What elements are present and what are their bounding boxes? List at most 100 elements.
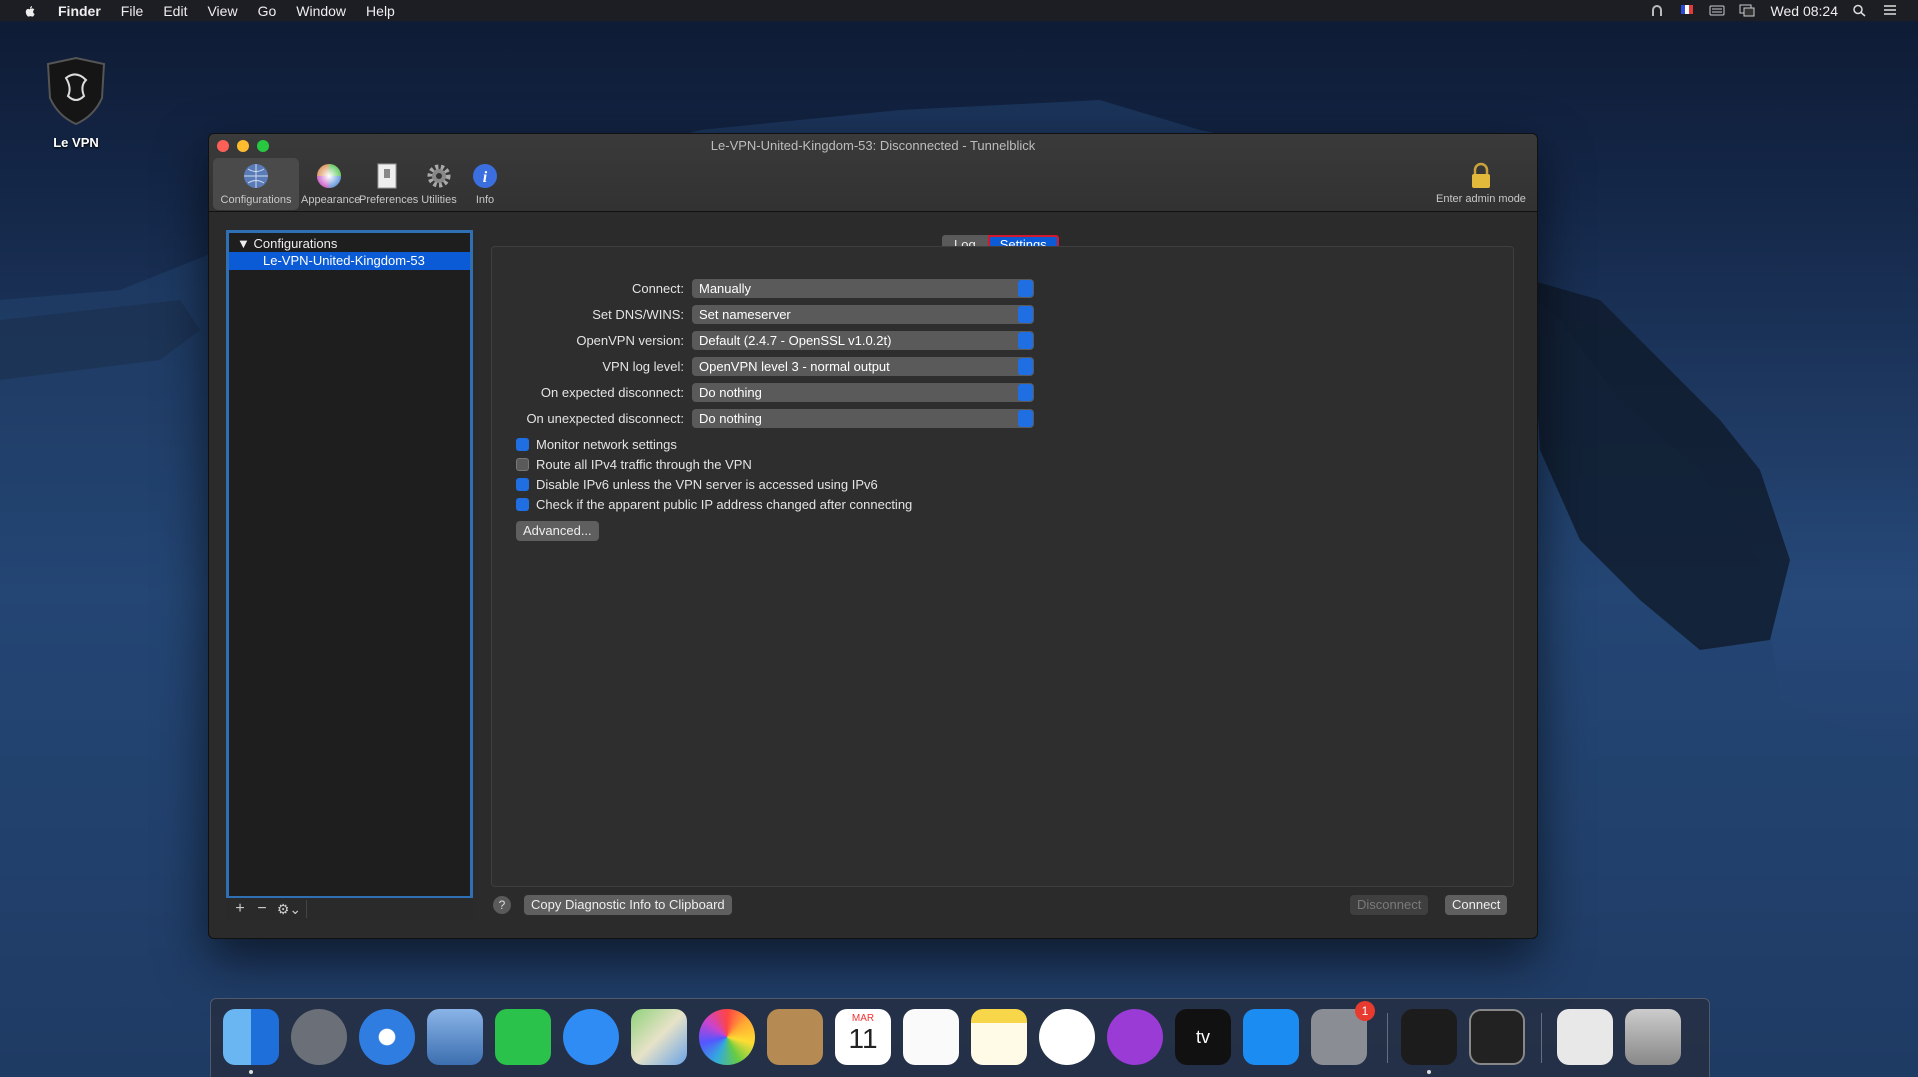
- remove-configuration-button[interactable]: −: [252, 900, 272, 918]
- unexpected-disconnect-value: Do nothing: [699, 410, 762, 426]
- help-button[interactable]: ?: [493, 896, 511, 914]
- configuration-item[interactable]: Le-VPN-United-Kingdom-53: [229, 252, 470, 270]
- launchpad-dock-icon[interactable]: [291, 1009, 347, 1065]
- disclosure-triangle-icon[interactable]: ▼: [237, 236, 250, 251]
- unexpected-disconnect-label: On unexpected disconnect:: [526, 410, 684, 426]
- expected-disconnect-label: On expected disconnect:: [540, 384, 684, 400]
- dns-setting: Set DNS/WINS: Set nameserver: [492, 304, 1092, 324]
- messages-dock-icon[interactable]: [563, 1009, 619, 1065]
- add-configuration-button[interactable]: +: [230, 900, 250, 918]
- menu-finder[interactable]: Finder: [58, 3, 101, 19]
- input-source-flag-icon[interactable]: [1679, 4, 1695, 17]
- configurations-header-label: Configurations: [253, 236, 338, 251]
- tunnelblick-status-icon[interactable]: [1649, 4, 1665, 17]
- calendar-day: 11: [848, 1023, 878, 1054]
- connect-value: Manually: [699, 280, 752, 296]
- lock-icon: [1472, 162, 1490, 188]
- app-store-dock-icon[interactable]: [1243, 1009, 1299, 1065]
- disable-ipv6-checkbox[interactable]: Disable IPv6 unless the VPN server is ac…: [516, 475, 878, 493]
- select-chevron-icon: [1018, 305, 1033, 323]
- notification-center-icon[interactable]: [1882, 4, 1898, 17]
- checkbox-checked-icon[interactable]: [516, 477, 529, 491]
- dock-separator: [1541, 1013, 1542, 1063]
- configurations-toolbar: + − ⚙⌄: [226, 898, 473, 920]
- tv-label: tv: [1195, 1027, 1210, 1047]
- check-ip-checkbox[interactable]: Check if the apparent public IP address …: [516, 495, 912, 513]
- dock-separator: [1387, 1013, 1388, 1063]
- window-titlebar: Le-VPN-United-Kingdom-53: Disconnected -…: [209, 134, 1537, 212]
- openvpn-version-select[interactable]: Default (2.4.7 - OpenSSL v1.0.2t): [692, 330, 1034, 350]
- menubar-clock[interactable]: Wed 08:24: [1771, 3, 1838, 19]
- configurations-header[interactable]: ▼ Configurations: [229, 233, 470, 252]
- log-level-setting: VPN log level: OpenVPN level 3 - normal …: [492, 356, 1092, 376]
- connect-button[interactable]: Connect: [1445, 895, 1508, 915]
- apple-menu-icon[interactable]: [20, 4, 40, 18]
- menu-go[interactable]: Go: [258, 3, 277, 19]
- monitor-network-checkbox[interactable]: Monitor network settings: [516, 435, 677, 453]
- log-level-select[interactable]: OpenVPN level 3 - normal output: [692, 356, 1034, 376]
- connect-setting: Connect: Manually: [492, 278, 1092, 298]
- unexpected-disconnect-select[interactable]: Do nothing: [692, 408, 1034, 428]
- tunnelblick-dock-icon[interactable]: [1401, 1009, 1457, 1065]
- toolbar-configurations[interactable]: Configurations: [213, 158, 299, 210]
- checkbox-checked-icon[interactable]: [516, 437, 529, 451]
- dns-label: Set DNS/WINS:: [592, 306, 684, 322]
- select-chevron-icon: [1018, 409, 1033, 427]
- advanced-button[interactable]: Advanced...: [516, 521, 599, 541]
- menu-bar: Finder File Edit View Go Window Help Wed…: [0, 0, 1918, 21]
- mail-dock-icon[interactable]: [427, 1009, 483, 1065]
- log-level-value: OpenVPN level 3 - normal output: [699, 358, 890, 374]
- menu-view[interactable]: View: [207, 3, 237, 19]
- le-vpn-shield-icon: [46, 56, 106, 126]
- configurations-toolbar-spacer: [306, 900, 473, 918]
- toolbar-info[interactable]: i Info: [463, 158, 507, 210]
- monitor-network-label: Monitor network settings: [536, 436, 677, 452]
- menu-help[interactable]: Help: [366, 3, 395, 19]
- system-preferences-dock-icon[interactable]: 1: [1311, 1001, 1375, 1065]
- toolbar-appearance[interactable]: Appearance: [301, 158, 360, 210]
- select-chevron-icon: [1018, 331, 1033, 349]
- trash-dock-icon[interactable]: [1625, 1009, 1681, 1065]
- spotlight-search-icon[interactable]: [1852, 4, 1868, 17]
- switch-icon: [377, 163, 397, 189]
- menu-window[interactable]: Window: [296, 3, 346, 19]
- window-title: Le-VPN-United-Kingdom-53: Disconnected -…: [710, 138, 1036, 153]
- desktop-icon-le-vpn[interactable]: Le VPN: [40, 56, 112, 150]
- finder-dock-icon[interactable]: [223, 1009, 279, 1065]
- terminal-dock-icon[interactable]: [1469, 1009, 1525, 1065]
- menu-file[interactable]: File: [121, 3, 144, 19]
- notes-dock-icon[interactable]: [971, 1009, 1027, 1065]
- menu-edit[interactable]: Edit: [163, 3, 187, 19]
- reminders-dock-icon[interactable]: [903, 1009, 959, 1065]
- downloads-stack-dock-icon[interactable]: [1557, 1009, 1613, 1065]
- toolbar: Configurations Appearance Preferences Ut…: [213, 158, 507, 210]
- route-ipv4-checkbox[interactable]: Route all IPv4 traffic through the VPN: [516, 455, 752, 473]
- podcasts-dock-icon[interactable]: [1107, 1009, 1163, 1065]
- toolbar-utilities[interactable]: Utilities: [417, 158, 461, 210]
- dns-select[interactable]: Set nameserver: [692, 304, 1034, 324]
- music-dock-icon[interactable]: [1039, 1009, 1095, 1065]
- keyboard-icon[interactable]: [1709, 4, 1725, 17]
- checkbox-unchecked-icon[interactable]: [516, 457, 529, 471]
- display-mirroring-icon[interactable]: [1739, 4, 1755, 17]
- check-ip-label: Check if the apparent public IP address …: [536, 496, 913, 512]
- apple-tv-dock-icon[interactable]: tv: [1175, 1009, 1231, 1065]
- calendar-dock-icon[interactable]: MAR 11: [835, 1009, 891, 1065]
- contacts-dock-icon[interactable]: [767, 1009, 823, 1065]
- expected-disconnect-select[interactable]: Do nothing: [692, 382, 1034, 402]
- connect-select[interactable]: Manually: [692, 278, 1034, 298]
- dns-value: Set nameserver: [699, 306, 791, 322]
- maps-dock-icon[interactable]: [631, 1009, 687, 1065]
- facetime-dock-icon[interactable]: [495, 1009, 551, 1065]
- svg-text:i: i: [483, 169, 488, 186]
- photos-dock-icon[interactable]: [699, 1009, 755, 1065]
- admin-mode-button[interactable]: Enter admin mode: [1431, 158, 1531, 205]
- configurations-list[interactable]: ▼ Configurations Le-VPN-United-Kingdom-5…: [226, 230, 473, 899]
- checkbox-checked-icon[interactable]: [516, 497, 529, 511]
- configuration-actions-button[interactable]: ⚙⌄: [274, 900, 304, 918]
- toolbar-configurations-label: Configurations: [220, 194, 292, 206]
- toolbar-preferences[interactable]: Preferences: [359, 158, 418, 210]
- safari-dock-icon[interactable]: [359, 1009, 415, 1065]
- disconnect-button[interactable]: Disconnect: [1350, 895, 1429, 915]
- copy-diagnostic-button[interactable]: Copy Diagnostic Info to Clipboard: [524, 895, 732, 915]
